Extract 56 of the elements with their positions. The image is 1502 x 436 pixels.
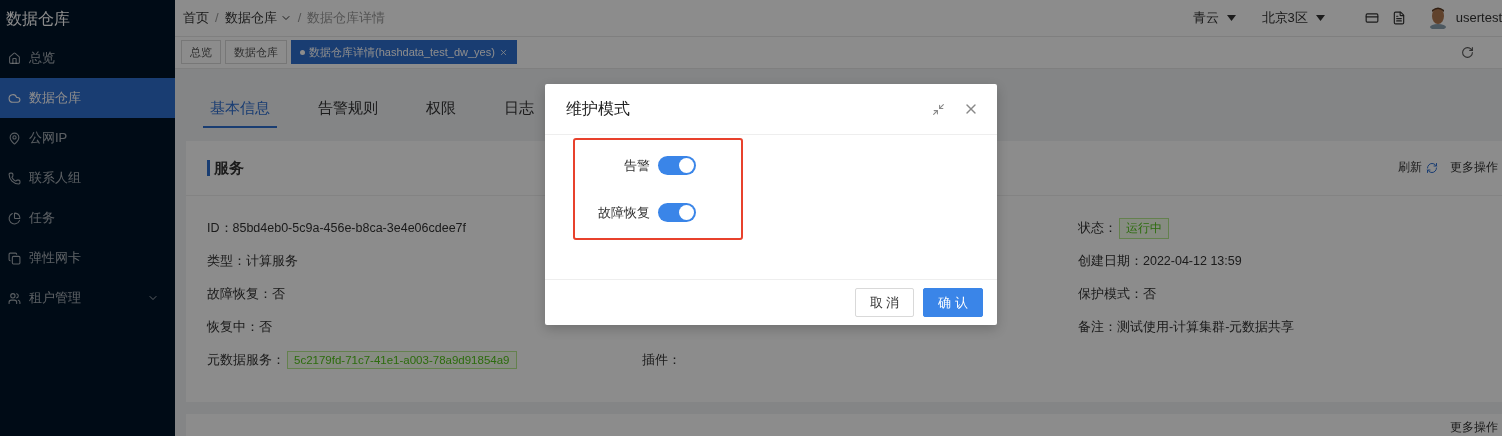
toggle-switch[interactable]: [658, 156, 696, 175]
section-tab[interactable]: 基本信息: [203, 99, 277, 129]
reload-icon[interactable]: [1461, 45, 1474, 59]
section-tab[interactable]: 日志: [497, 99, 541, 129]
section-tab[interactable]: 权限: [419, 99, 463, 129]
collapse-icon[interactable]: [932, 102, 945, 116]
info-tag: 运行中: [1119, 217, 1169, 239]
avatar-icon[interactable]: [1427, 6, 1448, 29]
breadcrumb-link[interactable]: 首页: [183, 8, 209, 27]
sidebar-item[interactable]: 数据仓库: [0, 78, 175, 118]
sidebar-item[interactable]: 联系人组: [0, 158, 175, 198]
sidebar-item[interactable]: 公网IP: [0, 118, 175, 158]
section-tab[interactable]: 告警规则: [311, 99, 385, 129]
close-icon[interactable]: [498, 47, 508, 57]
card-icon[interactable]: [1364, 10, 1379, 25]
breadcrumb-link[interactable]: 数据仓库: [224, 8, 292, 27]
info-text: 恢复中：否: [207, 318, 272, 336]
sidebar-item[interactable]: 总览: [0, 38, 175, 78]
region-dropdown[interactable]: 北京3区: [1261, 8, 1325, 27]
confirm-button[interactable]: 确 认: [923, 288, 983, 317]
info-text: 类型：计算服务: [207, 252, 298, 270]
toggle-switch[interactable]: [658, 203, 696, 222]
refresh-icon: [1426, 161, 1438, 174]
more-actions-link[interactable]: 更多操作: [1450, 159, 1498, 177]
document-icon[interactable]: [1391, 10, 1406, 25]
info-text: 创建日期：2022-04-12 13:59: [1078, 252, 1242, 270]
info-text: ID：85bd4eb0-5c9a-456e-b8ca-3e4e06cdee7f: [207, 219, 467, 237]
info-text: 状态：: [1078, 219, 1117, 237]
caret-icon: [1315, 14, 1325, 21]
page-tab[interactable]: 数据仓库: [225, 40, 287, 65]
refresh-link[interactable]: 刷新: [1398, 159, 1438, 177]
info-tag: 5c2179fd-71c7-41e1-a003-78a9d91854a9: [287, 351, 517, 370]
page-tab[interactable]: 数据仓库详情(hashdata_test_dw_yes): [291, 40, 517, 65]
caret-icon: [1226, 14, 1236, 21]
breadcrumb-separator: /: [297, 10, 302, 26]
info-text: 元数据服务：: [207, 351, 285, 369]
sidebar-item[interactable]: 任务: [0, 198, 175, 238]
app-title: 数据仓库: [5, 9, 71, 29]
dot-icon: [300, 49, 305, 55]
switch-label: 告警: [624, 156, 650, 175]
card-title: 服务: [207, 159, 244, 176]
info-text: 故障恢复：否: [207, 285, 285, 303]
cloud-icon: [8, 91, 21, 105]
info-text: 插件：: [642, 351, 681, 369]
info-text: 备注：测试使用-计算集群-元数据共享: [1078, 318, 1295, 336]
cloud-dropdown[interactable]: 青云: [1192, 8, 1236, 27]
info-text: 保护模式：否: [1078, 285, 1156, 303]
page-tab[interactable]: 总览: [181, 40, 221, 65]
sidebar-item[interactable]: 租户管理: [0, 278, 175, 318]
cancel-button[interactable]: 取 消: [854, 288, 915, 317]
username[interactable]: usertest: [1455, 10, 1502, 26]
breadcrumb-separator: /: [215, 10, 219, 26]
switch-label: 故障恢复: [598, 203, 650, 222]
more-actions-link[interactable]: 更多操作: [1450, 419, 1498, 436]
dialog-title: 维护模式: [566, 98, 631, 119]
sidebar-item[interactable]: 弹性网卡: [0, 238, 175, 278]
